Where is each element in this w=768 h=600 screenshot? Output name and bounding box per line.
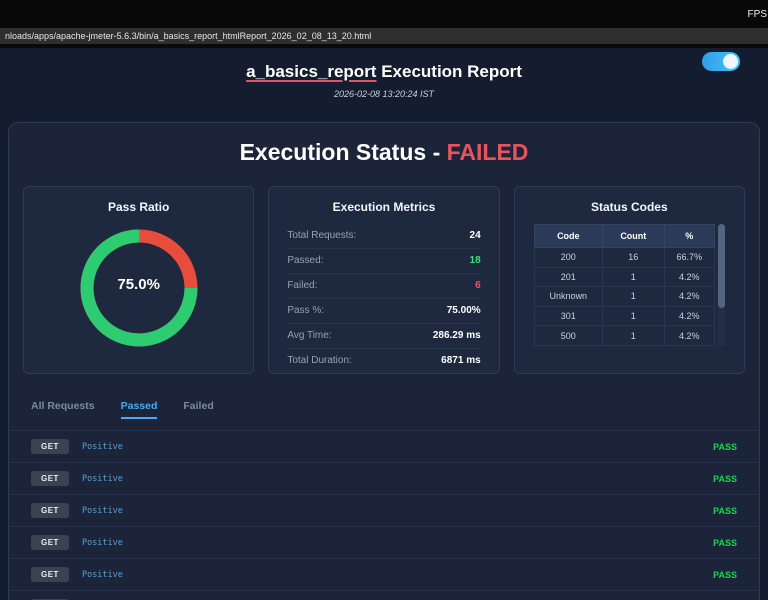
fps-counter: FPS xyxy=(747,8,767,20)
status-prefix: Execution Status - xyxy=(239,139,447,165)
status-code-row: 301 1 4.2% xyxy=(533,305,715,327)
metric-label: Avg Time: xyxy=(287,330,332,341)
metric-label: Total Requests: xyxy=(287,230,357,241)
tabs: All Requests Passed Failed xyxy=(31,400,759,419)
status-code-cell: 4.2% xyxy=(663,325,715,346)
report-panel: Execution Status - FAILED Pass Ratio 75.… xyxy=(8,122,760,600)
report-timestamp: 2026-02-08 13:20:24 IST xyxy=(333,89,435,99)
request-name: Positive xyxy=(81,473,123,484)
status-codes-scrollbar[interactable] xyxy=(717,224,725,346)
status-codes-table-area: Code Count% 200 16 66.7% 201 1 4.2% Unknown 1 4.2… xyxy=(515,224,744,346)
metric-label: Pass %: xyxy=(287,305,325,316)
metric-value: 18 xyxy=(469,255,481,266)
request-method-badge: GET xyxy=(31,503,69,518)
pass-ratio-card: Pass Ratio 75.0% xyxy=(23,186,255,374)
report-name: a_basics_report xyxy=(246,62,377,81)
request-name: Positive xyxy=(81,505,123,516)
request-row[interactable]: GET Positive PASS xyxy=(9,559,759,591)
request-row[interactable]: GET Positive PASS xyxy=(9,495,759,527)
request-result-badge: PASS xyxy=(713,537,737,548)
metric-label: Failed: xyxy=(287,280,318,291)
status-codes-card: Status Codes Code Count% 200 16 66.7% 201 1 4.… xyxy=(513,186,745,374)
status-code-cell: 4.2% xyxy=(663,266,715,288)
donut-center-label: 75.0% xyxy=(117,276,160,293)
metric-row: Avg Time: 286.29 ms xyxy=(287,324,481,349)
page-title: a_basics_report Execution Report xyxy=(0,62,768,82)
metric-value: 24 xyxy=(469,230,481,241)
status-code-cell: Unknown xyxy=(533,286,603,307)
metric-value: 6 xyxy=(475,280,481,291)
status-code-cell: 500 xyxy=(533,325,603,346)
request-list: GET Positive PASS GET Positive PASS GET … xyxy=(9,430,759,600)
request-method-badge: GET xyxy=(31,567,69,582)
metric-row: Failed: 6 xyxy=(287,274,481,299)
request-row[interactable]: GET Positive PASS xyxy=(9,431,759,463)
status-code-cell: 301 xyxy=(533,305,603,327)
report-title-rest: Execution Report xyxy=(376,62,522,81)
request-row[interactable]: GET Positive - 301 PASS xyxy=(9,591,759,600)
metric-row: Total Duration: 6871 ms xyxy=(287,349,480,373)
status-code-row: 200 16 66.7% xyxy=(533,247,715,268)
status-code-cell: 4.2% xyxy=(663,305,715,327)
status-value: FAILED xyxy=(446,139,529,165)
execution-status-banner: Execution Status - FAILED xyxy=(9,139,759,166)
request-result-badge: PASS xyxy=(713,441,737,452)
browser-topbar: FPS xyxy=(0,0,768,28)
request-row[interactable]: GET Positive PASS xyxy=(9,527,759,559)
status-code-cell: 1 xyxy=(601,325,665,346)
status-codes-header-cell: Count xyxy=(601,224,665,248)
request-name: Positive xyxy=(81,441,123,452)
request-result-badge: PASS xyxy=(713,505,737,516)
tab-passed[interactable]: Passed xyxy=(120,400,158,419)
status-code-cell: 16 xyxy=(601,247,665,268)
metric-value: 6871 ms xyxy=(441,355,481,366)
tab-failed[interactable]: Failed xyxy=(183,400,213,419)
request-row[interactable]: GET Positive PASS xyxy=(9,463,759,495)
status-codes-header-cell: % xyxy=(663,224,715,248)
theme-toggle[interactable] xyxy=(702,52,740,71)
request-method-badge: GET xyxy=(31,535,69,550)
request-name: Positive xyxy=(81,569,123,580)
execution-metrics-title: Execution Metrics xyxy=(332,200,436,214)
pass-ratio-title: Pass Ratio xyxy=(107,200,170,214)
status-code-cell: 66.7% xyxy=(663,247,715,268)
status-code-cell: 1 xyxy=(601,305,665,327)
report-header: a_basics_report Execution Report 2026-02… xyxy=(0,48,768,99)
status-code-row: 500 1 4.2% xyxy=(533,325,715,346)
status-codes-head-row: Code Count% xyxy=(533,224,715,248)
status-codes-title: Status Codes xyxy=(590,200,668,214)
status-codes-header-cell: Code xyxy=(533,224,603,248)
status-code-cell: 201 xyxy=(533,266,603,288)
status-code-cell: 1 xyxy=(601,266,665,288)
page: FPS nloads/apps/apache-jmeter-5.6.3/bin/… xyxy=(0,0,768,600)
metric-row: Pass %: 75.00% xyxy=(287,299,481,324)
status-code-cell: 4.2% xyxy=(663,286,715,307)
pass-ratio-donut: 75.0% xyxy=(75,224,203,357)
summary-cards: Pass Ratio 75.0% Execution Metrics Total… xyxy=(23,186,745,374)
metric-value: 286.29 ms xyxy=(432,330,481,341)
metric-row: Passed: 18 xyxy=(287,249,481,274)
scrollbar-thumb[interactable] xyxy=(717,224,725,308)
status-code-row: 201 1 4.2% xyxy=(533,266,715,288)
request-result-badge: PASS xyxy=(713,569,737,580)
status-code-row: Unknown 1 4.2% xyxy=(533,286,715,307)
toggle-knob-icon xyxy=(723,54,738,69)
metric-label: Total Duration: xyxy=(287,355,352,366)
request-name: Positive xyxy=(81,537,123,548)
metrics-rows: Total Requests: 24 Passed: 18 Failed: 6 … xyxy=(287,224,481,373)
metric-label: Passed: xyxy=(287,255,324,266)
status-code-cell: 200 xyxy=(533,247,603,268)
status-codes-body: 200 16 66.7% 201 1 4.2% Unknown 1 4.2% 301 1 4.2% 50… xyxy=(533,247,715,346)
tab-all-requests[interactable]: All Requests xyxy=(31,400,95,419)
metric-row: Total Requests: 24 xyxy=(287,224,481,249)
status-code-cell: 1 xyxy=(601,286,665,307)
request-method-badge: GET xyxy=(31,471,69,486)
metric-value: 75.00% xyxy=(446,305,481,316)
status-codes-table: Code Count% 200 16 66.7% 201 1 4.2% Unknown 1 4.2… xyxy=(533,224,715,346)
request-result-badge: PASS xyxy=(713,473,737,484)
request-method-badge: GET xyxy=(31,439,69,454)
address-text: nloads/apps/apache-jmeter-5.6.3/bin/a_ba… xyxy=(5,31,372,41)
execution-metrics-card: Execution Metrics Total Requests: 24 Pas… xyxy=(268,186,500,374)
address-bar[interactable]: nloads/apps/apache-jmeter-5.6.3/bin/a_ba… xyxy=(0,28,768,48)
